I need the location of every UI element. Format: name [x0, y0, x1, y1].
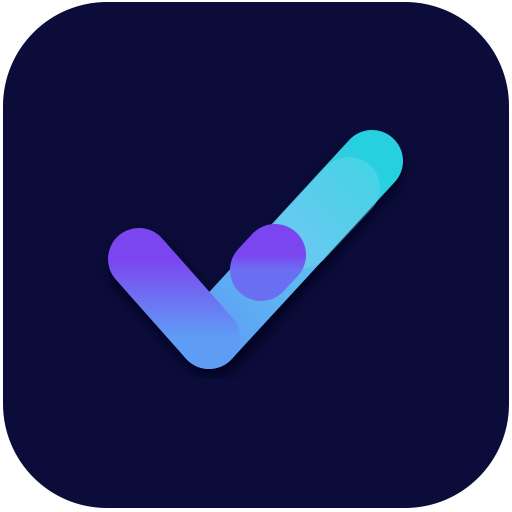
canvas — [0, 0, 512, 512]
checkmark-highlight — [272, 157, 380, 268]
app-icon[interactable] — [3, 2, 509, 508]
checkmark-icon — [108, 130, 403, 376]
checkmark-short-stroke — [108, 228, 240, 369]
checkmark-joint-cap — [230, 224, 306, 301]
